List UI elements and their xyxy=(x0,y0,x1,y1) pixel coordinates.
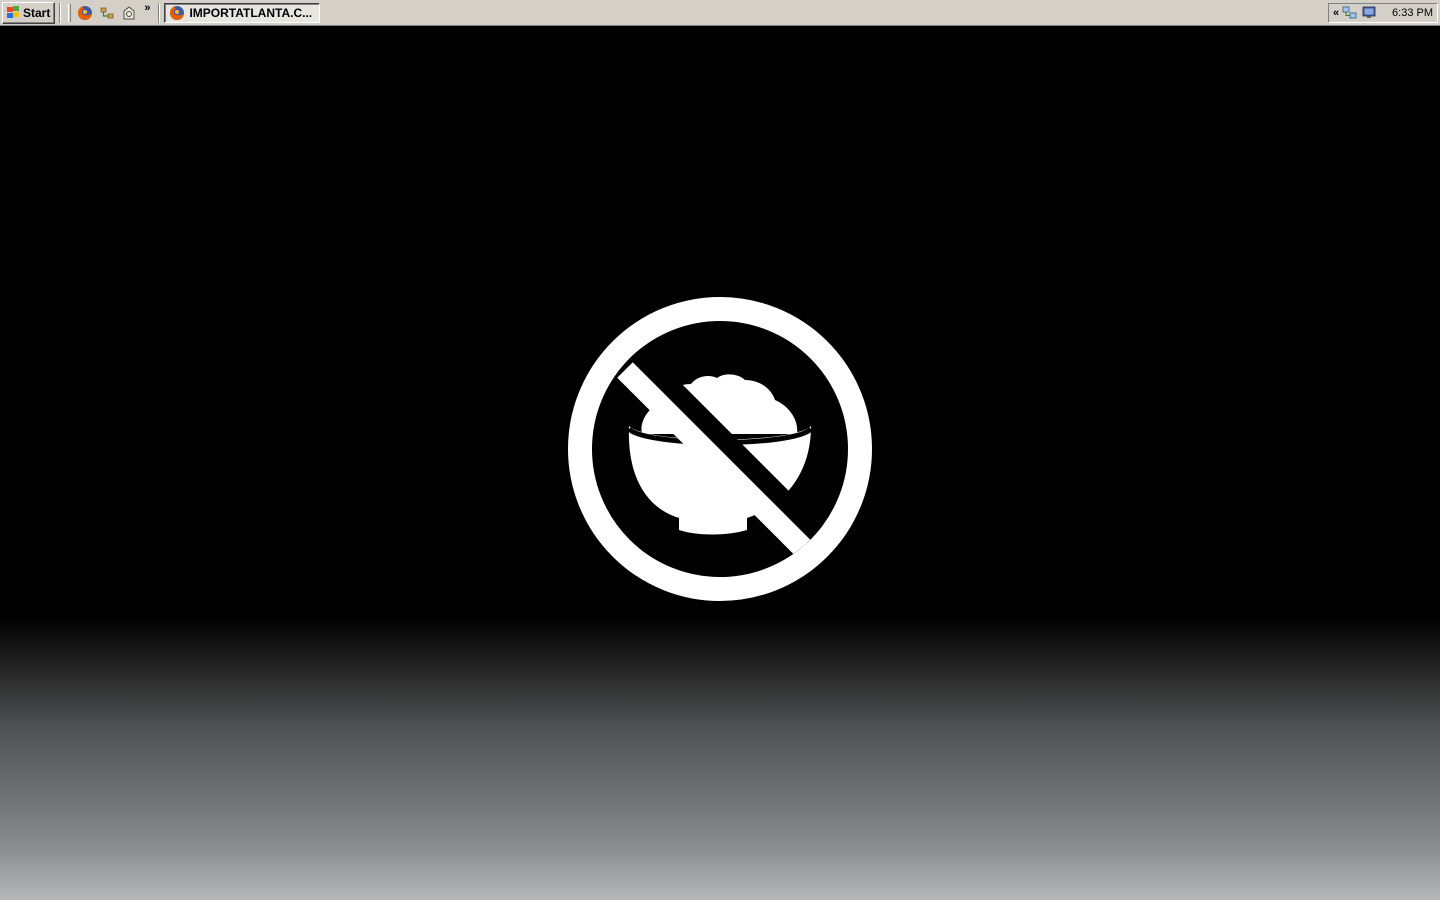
desktop-wallpaper xyxy=(0,26,1440,900)
quick-launch-firefox[interactable] xyxy=(76,4,94,22)
quick-launch-web-server[interactable] xyxy=(120,4,138,22)
firefox-icon xyxy=(78,5,93,20)
no-rice-bowl-sign-icon xyxy=(568,297,872,601)
quick-launch-network[interactable] xyxy=(98,4,116,22)
tray-clock[interactable]: 6:33 PM xyxy=(1392,7,1433,19)
start-label: Start xyxy=(23,5,51,20)
taskbar-separator xyxy=(59,2,62,23)
task-button-importatlanta[interactable]: IMPORTATLANTA.C... xyxy=(164,2,321,23)
network-icon xyxy=(100,7,114,18)
taskbar-separator xyxy=(158,2,161,23)
web-server-icon xyxy=(123,5,135,19)
display-icon[interactable] xyxy=(1361,5,1377,21)
tray-expand-button[interactable]: « xyxy=(1333,7,1339,19)
network-connection-icon[interactable] xyxy=(1342,5,1358,21)
task-button-label: IMPORTATLANTA.C... xyxy=(189,5,313,20)
quick-launch-grip[interactable] xyxy=(68,3,72,22)
quick-launch-more-button[interactable]: » xyxy=(144,3,150,14)
firefox-icon xyxy=(170,5,185,20)
windows-logo-icon xyxy=(6,6,20,19)
system-tray: « 6:33 PM xyxy=(1328,2,1438,23)
taskbar: Start » IMPORTATLANTA.C... « 6:33 PM xyxy=(0,0,1440,26)
start-button[interactable]: Start xyxy=(2,1,56,24)
